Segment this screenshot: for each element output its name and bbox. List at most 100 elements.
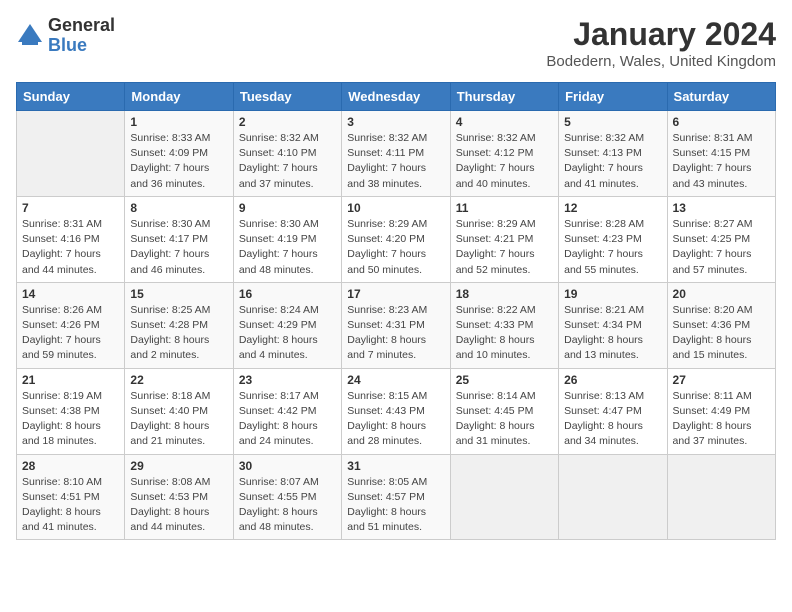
calendar-cell: 21Sunrise: 8:19 AMSunset: 4:38 PMDayligh… [17, 368, 125, 454]
calendar-cell: 24 Sunrise: 8:15 AMSunset: 4:43 PMDayligh… [342, 368, 450, 454]
header-cell-wednesday: Wednesday [342, 83, 450, 111]
week-row-2: 7Sunrise: 8:31 AMSunset: 4:16 PMDaylight… [17, 196, 776, 282]
day-info: Sunrise: 8:27 AMSunset: 4:25 PMDaylight:… [673, 217, 770, 278]
calendar-header: SundayMondayTuesdayWednesdayThursdayFrid… [17, 83, 776, 111]
calendar-cell: 31Sunrise: 8:05 AMSunset: 4:57 PMDayligh… [342, 454, 450, 540]
week-row-4: 21Sunrise: 8:19 AMSunset: 4:38 PMDayligh… [17, 368, 776, 454]
day-number: 20 [673, 287, 770, 301]
day-number: 3 [347, 115, 444, 129]
day-info: Sunrise: 8:17 AMSunset: 4:42 PMDaylight:… [239, 389, 336, 450]
day-number: 27 [673, 373, 770, 387]
calendar-cell: 11 Sunrise: 8:29 AMSunset: 4:21 PMDayligh… [450, 196, 558, 282]
day-number: 4 [456, 115, 553, 129]
logo-blue-text: Blue [48, 35, 87, 55]
day-number: 24 [347, 373, 444, 387]
day-info: Sunrise: 8:30 AMSunset: 4:17 PMDaylight:… [130, 217, 227, 278]
calendar-cell [450, 454, 558, 540]
day-info: Sunrise: 8:29 AMSunset: 4:21 PMDaylight:… [456, 217, 553, 278]
day-info: Sunrise: 8:23 AMSunset: 4:31 PMDaylight:… [347, 303, 444, 364]
month-title: January 2024 [546, 16, 776, 53]
day-info: Sunrise: 8:26 AMSunset: 4:26 PMDaylight:… [22, 303, 119, 364]
logo-icon [16, 22, 44, 50]
day-info: Sunrise: 8:20 AMSunset: 4:36 PMDaylight:… [673, 303, 770, 364]
calendar-cell [17, 111, 125, 197]
calendar-cell: 19Sunrise: 8:21 AMSunset: 4:34 PMDayligh… [559, 282, 667, 368]
day-number: 29 [130, 459, 227, 473]
day-number: 2 [239, 115, 336, 129]
calendar-cell: 4 Sunrise: 8:32 AMSunset: 4:12 PMDaylight… [450, 111, 558, 197]
calendar-cell [667, 454, 775, 540]
calendar-body: 1Sunrise: 8:33 AMSunset: 4:09 PMDaylight… [17, 111, 776, 540]
calendar-cell: 17 Sunrise: 8:23 AMSunset: 4:31 PMDayligh… [342, 282, 450, 368]
day-number: 8 [130, 201, 227, 215]
header-cell-saturday: Saturday [667, 83, 775, 111]
day-info: Sunrise: 8:21 AMSunset: 4:34 PMDaylight:… [564, 303, 661, 364]
header-cell-sunday: Sunday [17, 83, 125, 111]
day-number: 6 [673, 115, 770, 129]
calendar-cell: 20 Sunrise: 8:20 AMSunset: 4:36 PMDayligh… [667, 282, 775, 368]
calendar-cell: 9Sunrise: 8:30 AMSunset: 4:19 PMDaylight… [233, 196, 341, 282]
day-number: 11 [456, 201, 553, 215]
day-info: Sunrise: 8:31 AMSunset: 4:15 PMDaylight:… [673, 131, 770, 192]
calendar-cell: 29Sunrise: 8:08 AMSunset: 4:53 PMDayligh… [125, 454, 233, 540]
day-number: 23 [239, 373, 336, 387]
calendar-cell: 5Sunrise: 8:32 AMSunset: 4:13 PMDaylight… [559, 111, 667, 197]
day-number: 22 [130, 373, 227, 387]
calendar-cell: 26Sunrise: 8:13 AMSunset: 4:47 PMDayligh… [559, 368, 667, 454]
calendar-cell: 15Sunrise: 8:25 AMSunset: 4:28 PMDayligh… [125, 282, 233, 368]
day-number: 28 [22, 459, 119, 473]
day-info: Sunrise: 8:32 AMSunset: 4:10 PMDaylight:… [239, 131, 336, 192]
week-row-1: 1Sunrise: 8:33 AMSunset: 4:09 PMDaylight… [17, 111, 776, 197]
location-text: Bodedern, Wales, United Kingdom [546, 53, 776, 70]
week-row-5: 28Sunrise: 8:10 AMSunset: 4:51 PMDayligh… [17, 454, 776, 540]
day-number: 18 [456, 287, 553, 301]
title-block: January 2024 Bodedern, Wales, United Kin… [546, 16, 776, 70]
calendar-cell: 3 Sunrise: 8:32 AMSunset: 4:11 PMDaylight… [342, 111, 450, 197]
day-number: 17 [347, 287, 444, 301]
day-number: 10 [347, 201, 444, 215]
calendar-cell: 8 Sunrise: 8:30 AMSunset: 4:17 PMDaylight… [125, 196, 233, 282]
day-info: Sunrise: 8:32 AMSunset: 4:12 PMDaylight:… [456, 131, 553, 192]
logo-general-text: General [48, 15, 115, 35]
day-info: Sunrise: 8:05 AMSunset: 4:57 PMDaylight:… [347, 475, 444, 536]
week-row-3: 14 Sunrise: 8:26 AMSunset: 4:26 PMDayligh… [17, 282, 776, 368]
day-info: Sunrise: 8:32 AMSunset: 4:11 PMDaylight:… [347, 131, 444, 192]
calendar-cell: 10 Sunrise: 8:29 AMSunset: 4:20 PMDayligh… [342, 196, 450, 282]
day-info: Sunrise: 8:11 AMSunset: 4:49 PMDaylight:… [673, 389, 770, 450]
logo: General Blue [16, 16, 115, 56]
day-info: Sunrise: 8:13 AMSunset: 4:47 PMDaylight:… [564, 389, 661, 450]
day-info: Sunrise: 8:14 AMSunset: 4:45 PMDaylight:… [456, 389, 553, 450]
header-cell-friday: Friday [559, 83, 667, 111]
day-number: 16 [239, 287, 336, 301]
header-cell-tuesday: Tuesday [233, 83, 341, 111]
calendar-cell: 18 Sunrise: 8:22 AMSunset: 4:33 PMDayligh… [450, 282, 558, 368]
day-info: Sunrise: 8:07 AMSunset: 4:55 PMDaylight:… [239, 475, 336, 536]
calendar-cell: 16 Sunrise: 8:24 AMSunset: 4:29 PMDayligh… [233, 282, 341, 368]
day-info: Sunrise: 8:25 AMSunset: 4:28 PMDaylight:… [130, 303, 227, 364]
calendar-cell: 25 Sunrise: 8:14 AMSunset: 4:45 PMDayligh… [450, 368, 558, 454]
header-cell-monday: Monday [125, 83, 233, 111]
day-number: 7 [22, 201, 119, 215]
day-number: 30 [239, 459, 336, 473]
calendar-cell: 1Sunrise: 8:33 AMSunset: 4:09 PMDaylight… [125, 111, 233, 197]
day-number: 21 [22, 373, 119, 387]
page-header: General Blue January 2024 Bodedern, Wale… [16, 16, 776, 70]
calendar-cell: 14 Sunrise: 8:26 AMSunset: 4:26 PMDayligh… [17, 282, 125, 368]
calendar-cell: 23 Sunrise: 8:17 AMSunset: 4:42 PMDayligh… [233, 368, 341, 454]
day-info: Sunrise: 8:24 AMSunset: 4:29 PMDaylight:… [239, 303, 336, 364]
calendar-cell [559, 454, 667, 540]
day-info: Sunrise: 8:33 AMSunset: 4:09 PMDaylight:… [130, 131, 227, 192]
calendar-cell: 2 Sunrise: 8:32 AMSunset: 4:10 PMDaylight… [233, 111, 341, 197]
day-number: 25 [456, 373, 553, 387]
day-info: Sunrise: 8:29 AMSunset: 4:20 PMDaylight:… [347, 217, 444, 278]
day-info: Sunrise: 8:22 AMSunset: 4:33 PMDaylight:… [456, 303, 553, 364]
calendar-table: SundayMondayTuesdayWednesdayThursdayFrid… [16, 82, 776, 540]
day-number: 14 [22, 287, 119, 301]
calendar-cell: 22 Sunrise: 8:18 AMSunset: 4:40 PMDayligh… [125, 368, 233, 454]
day-number: 12 [564, 201, 661, 215]
day-info: Sunrise: 8:15 AMSunset: 4:43 PMDaylight:… [347, 389, 444, 450]
day-info: Sunrise: 8:30 AMSunset: 4:19 PMDaylight:… [239, 217, 336, 278]
day-info: Sunrise: 8:28 AMSunset: 4:23 PMDaylight:… [564, 217, 661, 278]
calendar-cell: 7Sunrise: 8:31 AMSunset: 4:16 PMDaylight… [17, 196, 125, 282]
day-info: Sunrise: 8:18 AMSunset: 4:40 PMDaylight:… [130, 389, 227, 450]
